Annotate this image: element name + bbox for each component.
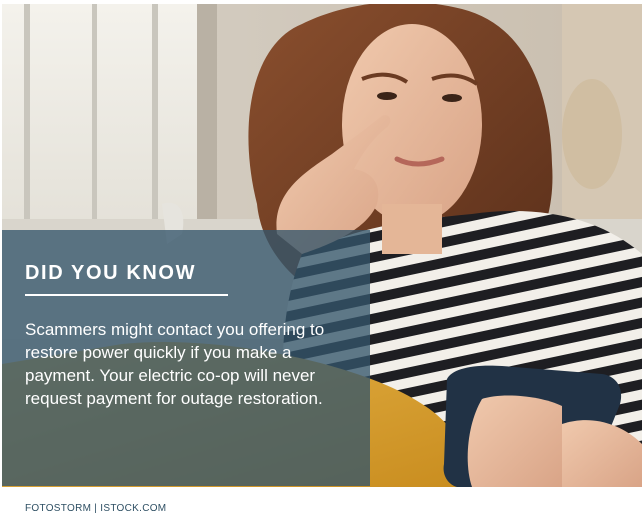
photo-credit: FOTOSTORM | ISTOCK.COM [25,503,167,514]
heading-underline [25,294,228,296]
article-figure: FOTOSTORM | ISTOCK.COM DID YOU KNOW Scam… [0,0,644,515]
callout-heading: DID YOU KNOW [25,262,197,284]
callout-body: Scammers might contact you offering to r… [25,320,325,408]
